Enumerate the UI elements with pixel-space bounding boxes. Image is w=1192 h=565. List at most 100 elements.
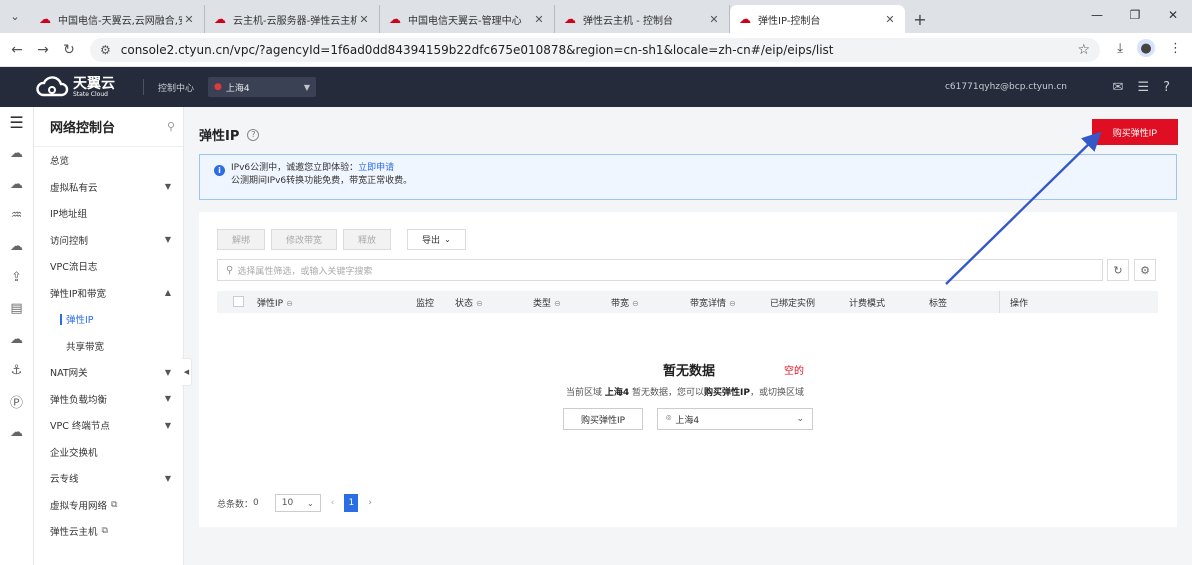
tab-search-icon[interactable]: ⌄ <box>0 0 30 33</box>
column-header-bandwidth-detail[interactable]: 带宽详情 ⊖ <box>690 296 736 309</box>
close-icon[interactable]: ✕ <box>707 13 721 26</box>
close-icon[interactable]: ✕ <box>532 13 546 26</box>
browser-tab[interactable]: ☁ 中国电信天翼云-管理中心 ✕ <box>380 5 555 33</box>
browser-tab[interactable]: ☁ 云主机-云服务器-弹性云主机- ✕ <box>205 5 380 33</box>
desc-text: 暂无数据，您可以 <box>632 388 705 398</box>
menu-icon[interactable]: ⋮ <box>1169 41 1182 56</box>
document-icon[interactable]: ▤ <box>0 293 33 324</box>
unbind-button[interactable]: 解绑 <box>217 229 266 250</box>
cloud-host-icon[interactable]: ☁ <box>0 169 33 200</box>
sidebar-item[interactable]: 虚拟专用网络 ⧉ <box>34 492 183 519</box>
sidebar-item[interactable]: 企业交换机 <box>34 439 183 466</box>
modify-bandwidth-button[interactable]: 修改带宽 <box>271 229 338 250</box>
browser-tab-active[interactable]: ☁ 弹性IP-控制台 ✕ <box>730 5 905 33</box>
anchor-icon[interactable]: ⚓ <box>0 355 33 386</box>
bookmark-star-icon[interactable]: ☆ <box>1077 42 1090 58</box>
empty-buy-eip-button[interactable]: 购买弹性IP <box>563 408 643 430</box>
cloud-upload-icon[interactable]: ⇪ <box>0 262 33 293</box>
site-info-icon[interactable]: ⚙ <box>100 43 111 57</box>
message-icon[interactable]: ✉ <box>1113 80 1124 95</box>
search-icon: ⚲ <box>226 264 234 276</box>
restore-icon[interactable]: ❐ <box>1116 0 1154 30</box>
refresh-button[interactable]: ↻ <box>1107 259 1129 281</box>
apply-now-link[interactable]: 立即申请 <box>358 163 394 173</box>
minimize-icon[interactable]: — <box>1078 0 1116 30</box>
sidebar-item-label: 虚拟私有云 <box>50 182 98 194</box>
table-settings-button[interactable]: ⚙ <box>1134 259 1156 281</box>
browser-tab[interactable]: ☁ 弹性云主机 - 控制台 ✕ <box>555 5 730 33</box>
column-header-eip[interactable]: 弹性IP ⊖ <box>257 296 293 309</box>
settings-sliders-icon[interactable]: ☰ <box>1137 80 1149 95</box>
network-icon[interactable]: ♒ <box>0 200 33 231</box>
ctyun-logo[interactable]: 天翼云 State Cloud <box>35 76 115 98</box>
new-tab-button[interactable]: + <box>905 5 935 33</box>
sidebar-item-label: 弹性云主机 <box>50 527 98 539</box>
reload-icon[interactable]: ↻ <box>56 42 82 58</box>
hamburger-menu-icon[interactable]: ☰ <box>0 107 33 138</box>
close-icon[interactable]: ✕ <box>182 13 196 26</box>
filter-icon: ⊖ <box>729 299 736 308</box>
cloud-logo-icon <box>36 76 69 97</box>
gear-icon: ⚙ <box>1140 263 1150 277</box>
region-selector[interactable]: ● 上海4 ▼ <box>208 77 317 97</box>
close-window-icon[interactable]: ✕ <box>1154 0 1192 30</box>
cloud-service-icon[interactable]: ☁ <box>0 138 33 169</box>
sidebar-item-label: IP地址组 <box>50 209 88 221</box>
sidebar-item-label: 企业交换机 <box>50 447 98 459</box>
column-header-status[interactable]: 状态 ⊖ <box>455 296 483 309</box>
parking-icon[interactable]: Ⓟ <box>0 386 33 417</box>
column-header-billing: 计费模式 <box>849 299 886 309</box>
filter-search-input[interactable]: ⚲ 选择属性筛选，或输入关键字搜索 <box>217 259 1103 281</box>
column-header-type[interactable]: 类型 ⊖ <box>533 296 561 309</box>
sidebar-item[interactable]: 总览 <box>34 147 183 174</box>
sidebar-item-label: 云专线 <box>50 474 79 486</box>
back-icon[interactable]: ← <box>4 42 30 58</box>
caret-down-icon: ▼ <box>164 367 171 377</box>
help-icon[interactable]: ? <box>1163 80 1170 95</box>
forward-icon[interactable]: → <box>30 42 56 58</box>
sidebar-item[interactable]: IP地址组 <box>34 200 183 227</box>
sidebar-item-label: VPC 终端节点 <box>50 421 110 433</box>
ipv6-notice-banner: i IPv6公测中，诚邀您立即体验：立即申请 公测期间IPv6转换功能免费，带宽… <box>199 154 1177 200</box>
download-icon[interactable]: ⤓ <box>1117 41 1123 56</box>
next-page-icon[interactable]: › <box>368 498 372 508</box>
sidebar-item[interactable]: VPC流日志 <box>34 253 183 280</box>
url-bar[interactable]: ⚙ console2.ctyun.cn/vpc/?agencyId=1f6ad0… <box>90 38 1100 62</box>
buy-eip-button[interactable]: 购买弹性IP <box>1092 119 1178 145</box>
empty-region-select[interactable]: ⌾ 上海4 ⌄ <box>657 408 813 430</box>
cloud-outline-icon[interactable]: ☁ <box>0 231 33 262</box>
export-dropdown[interactable]: 导出 ⌄ <box>407 229 466 250</box>
close-icon[interactable]: ✕ <box>883 13 897 26</box>
sidebar-item[interactable]: 弹性IP <box>34 306 183 333</box>
sidebar-item[interactable]: 弹性负载均衡 ▼ <box>34 386 183 413</box>
notice-line-1: IPv6公测中，诚邀您立即体验：立即申请 <box>231 162 1176 175</box>
close-icon[interactable]: ✕ <box>357 13 371 26</box>
sidebar-item[interactable]: 云专线 ▼ <box>34 465 183 492</box>
select-all-checkbox[interactable] <box>233 296 244 307</box>
release-button[interactable]: 释放 <box>343 229 392 250</box>
column-label: 状态 <box>455 299 474 309</box>
sidebar-item[interactable]: 访问控制 ▼ <box>34 227 183 254</box>
chevron-down-icon: ⌄ <box>307 498 314 508</box>
current-page-button[interactable]: 1 <box>344 494 359 512</box>
cloud-favicon-icon: ☁ <box>214 12 226 26</box>
help-circle-icon[interactable]: ? <box>247 128 260 141</box>
page-size-select[interactable]: 10 ⌄ <box>274 494 321 512</box>
console-center-link[interactable]: 控制中心 <box>158 81 194 94</box>
user-account[interactable]: c61771qyhz@bcp.ctyun.cn <box>945 82 1067 92</box>
browser-tab[interactable]: ☁ 中国电信-天翼云,云网融合,安全 ✕ <box>30 5 205 33</box>
sidebar-item[interactable]: NAT网关 ▼ <box>34 359 183 386</box>
prev-page-icon[interactable]: ‹ <box>331 498 335 508</box>
column-header-bandwidth[interactable]: 带宽 ⊖ <box>611 296 639 309</box>
chevron-down-icon: ⌄ <box>444 235 451 244</box>
column-label: 类型 <box>533 299 552 309</box>
profile-icon[interactable]: ● <box>1137 39 1155 57</box>
sidebar-item[interactable]: 虚拟私有云 ▼ <box>34 174 183 201</box>
search-icon[interactable]: ⚲ <box>167 120 175 133</box>
sidebar-item[interactable]: VPC 终端节点 ▼ <box>34 412 183 439</box>
cloud-alt-icon[interactable]: ☁ <box>0 324 33 355</box>
sidebar-item[interactable]: 共享带宽 <box>34 333 183 360</box>
sidebar-item[interactable]: 弹性云主机 ⧉ <box>34 518 183 545</box>
sidebar-item[interactable]: 弹性IP和带宽 ▲ <box>34 280 183 307</box>
cloud-group-icon[interactable]: ☁ <box>0 417 33 448</box>
